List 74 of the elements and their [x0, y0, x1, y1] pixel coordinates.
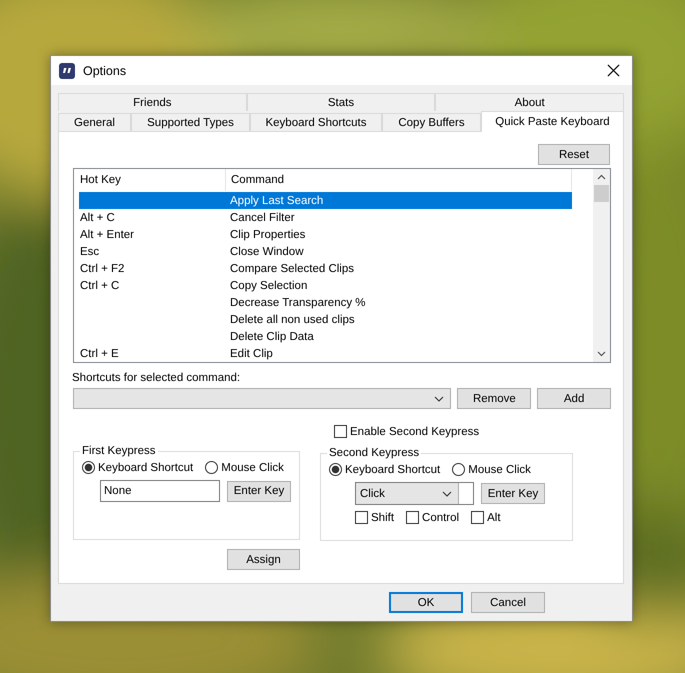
checkbox-option[interactable]: Shift: [355, 511, 394, 524]
reset-button[interactable]: Reset: [538, 144, 610, 165]
enter-key-button[interactable]: Enter Key: [227, 480, 291, 502]
group-title: Second Keypress: [328, 447, 420, 459]
radio-button[interactable]: [82, 461, 95, 474]
window-title: Options: [83, 64, 128, 78]
dropdown-caret-icon: [442, 490, 452, 496]
tab[interactable]: About: [435, 93, 624, 111]
close-icon[interactable]: [607, 64, 620, 77]
scroll-thumb[interactable]: [594, 185, 609, 202]
tab[interactable]: Supported Types: [131, 113, 250, 131]
shortcut-button[interactable]: Add: [537, 388, 611, 409]
scroll-down-icon[interactable]: [597, 351, 606, 357]
list-row[interactable]: Ctrl + C Copy Selection: [79, 277, 572, 294]
dialog-button[interactable]: OK: [389, 592, 463, 613]
command-cell: Delete all non used clips: [230, 314, 355, 326]
radio-option[interactable]: Mouse Click: [452, 463, 531, 476]
column-header[interactable]: Hot Key: [79, 169, 226, 191]
tab[interactable]: Stats: [246, 93, 436, 111]
list-row[interactable]: Alt + Enter Clip Properties: [79, 226, 572, 243]
scroll-up-icon[interactable]: [597, 174, 606, 180]
key-dropdown[interactable]: Click: [355, 482, 474, 505]
radio-option[interactable]: Mouse Click: [205, 461, 284, 474]
hot-key-cell: Alt + Enter: [80, 228, 134, 240]
radio-option[interactable]: Keyboard Shortcut: [82, 461, 194, 474]
dropdown-caret-icon: [434, 396, 444, 402]
command-cell: Delete Clip Data: [230, 330, 314, 342]
shortcut-button[interactable]: Remove: [457, 388, 532, 409]
list-row[interactable]: Ctrl + E Edit Clip: [79, 345, 572, 362]
radio-button[interactable]: [205, 461, 218, 474]
tab[interactable]: General: [58, 113, 131, 131]
checkbox[interactable]: [355, 511, 368, 524]
command-cell: Compare Selected Clips: [230, 262, 354, 274]
assign-button[interactable]: Assign: [227, 549, 300, 570]
command-cell: Cancel Filter: [230, 212, 295, 224]
scrollbar[interactable]: [593, 169, 610, 362]
hot-key-cell: Esc: [80, 246, 100, 258]
checkbox[interactable]: [406, 511, 420, 524]
checkbox-option[interactable]: Control: [406, 511, 460, 524]
group-title: First Keypress: [81, 445, 156, 457]
list-row[interactable]: Decrease Transparency %: [79, 294, 572, 311]
command-cell: Clip Properties: [230, 228, 306, 240]
hot-key-cell: Alt + C: [80, 212, 115, 224]
radio-button[interactable]: [329, 463, 342, 476]
checkbox-option[interactable]: Alt: [471, 511, 501, 524]
command-cell: Copy Selection: [230, 280, 308, 292]
hot-key-cell: Ctrl + F2: [80, 262, 124, 274]
list-row[interactable]: Alt + C Cancel Filter: [79, 209, 572, 226]
checkbox[interactable]: [334, 425, 347, 438]
enter-key-button[interactable]: Enter Key: [481, 483, 545, 504]
hot-key-cell: Ctrl + E: [80, 348, 119, 360]
app-icon: [59, 62, 75, 78]
hot-key-cell: Ctrl + C: [80, 280, 120, 292]
list-row[interactable]: Esc Close Window: [79, 243, 572, 260]
command-cell: Edit Clip: [230, 348, 273, 360]
list-row[interactable]: Ctrl + F2 Compare Selected Clips: [79, 260, 572, 277]
column-header[interactable]: Command: [226, 169, 572, 191]
list-row[interactable]: Delete Clip Data: [79, 328, 572, 345]
command-cell: Close Window: [230, 246, 304, 258]
tab[interactable]: Keyboard Shortcuts: [250, 113, 382, 131]
tab[interactable]: Friends: [58, 93, 247, 111]
radio-option[interactable]: Keyboard Shortcut: [329, 463, 440, 476]
radio-button[interactable]: [452, 463, 466, 476]
command-cell: Decrease Transparency %: [230, 296, 366, 308]
list-row[interactable]: Delete all non used clips: [79, 311, 572, 328]
checkbox[interactable]: [471, 511, 484, 524]
shortcuts-label: Shortcuts for selected command:: [72, 372, 242, 384]
tab[interactable]: Copy Buffers: [382, 113, 481, 131]
checkbox-option[interactable]: Enable Second Keypress: [334, 425, 480, 438]
tab[interactable]: Quick Paste Keyboard: [481, 111, 624, 132]
key-input-field[interactable]: None: [100, 480, 220, 502]
list-row[interactable]: Apply Last Search: [79, 192, 572, 209]
command-cell: Apply Last Search: [230, 194, 324, 206]
dialog-button[interactable]: Cancel: [471, 592, 545, 613]
